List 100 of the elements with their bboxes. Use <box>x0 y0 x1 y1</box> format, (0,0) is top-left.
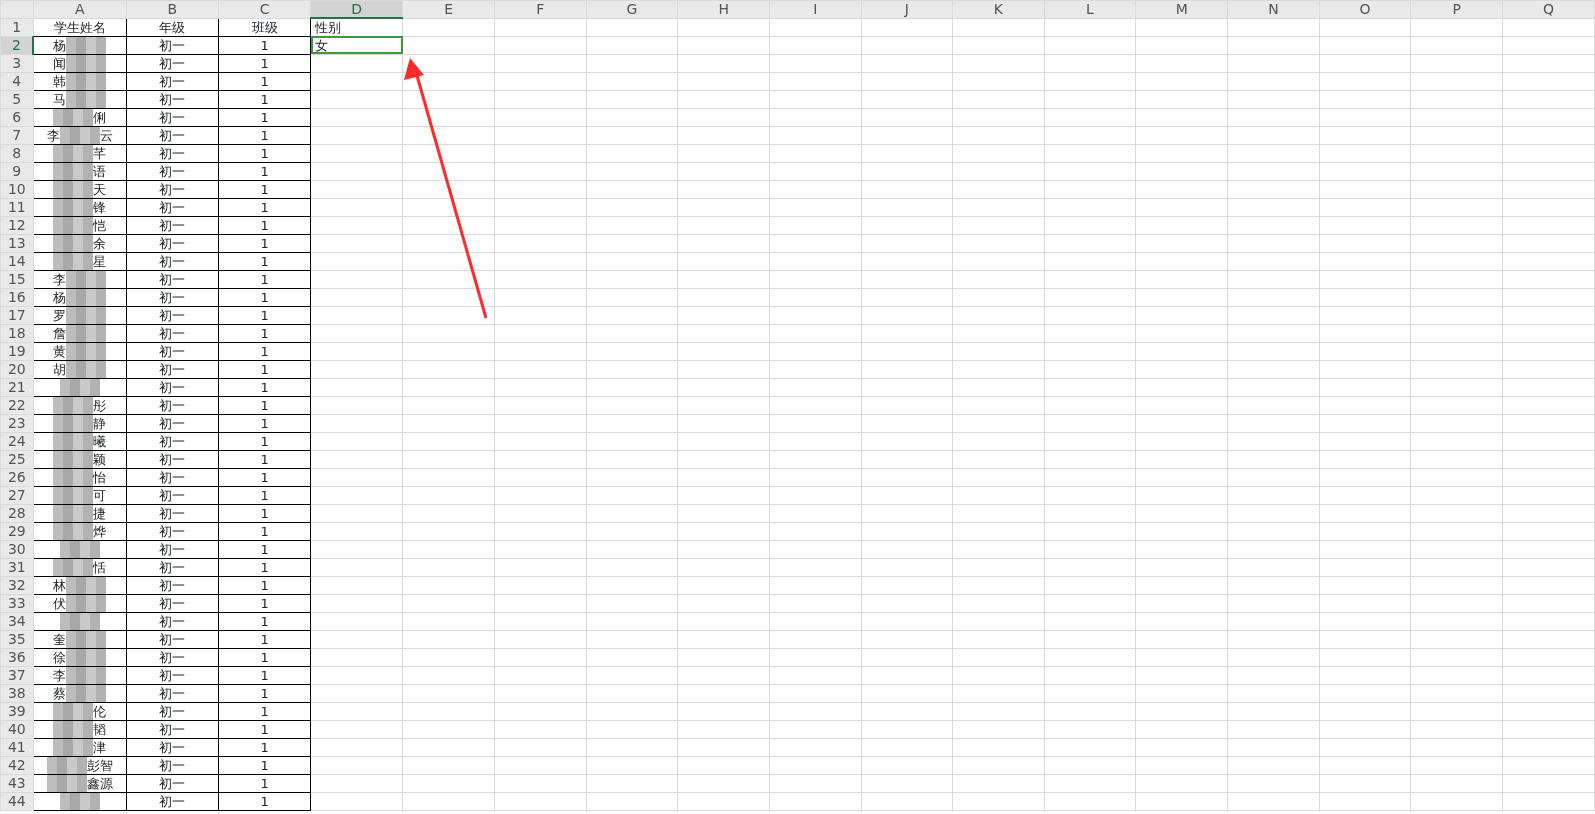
pixelated-redaction <box>66 685 107 702</box>
table-cell: 1 <box>218 378 311 397</box>
column-header[interactable]: N <box>1227 0 1320 19</box>
pixelated-redaction <box>53 109 94 126</box>
name-fragment: 烨 <box>93 523 107 539</box>
table-cell: 初一 <box>126 378 219 397</box>
name-fragment: 星 <box>93 253 107 269</box>
table-cell: 1 <box>218 756 311 775</box>
table-cell: 1 <box>218 414 311 433</box>
table-cell: 初一 <box>126 324 219 343</box>
pixelated-redaction <box>53 505 94 522</box>
name-fragment: 徐 <box>53 649 67 665</box>
table-cell: 1 <box>218 252 311 271</box>
table-cell: 1 <box>218 306 311 325</box>
table-cell: 1 <box>218 648 311 667</box>
column-header[interactable]: J <box>861 0 953 19</box>
table-cell: 初一 <box>126 306 219 325</box>
column-header[interactable]: B <box>126 0 219 19</box>
pixelated-redaction <box>53 487 94 504</box>
pixelated-redaction <box>66 649 107 666</box>
name-fragment: 鑫源 <box>86 775 113 791</box>
table-cell: 初一 <box>126 108 219 127</box>
pixelated-redaction <box>59 379 100 396</box>
column-header[interactable]: D <box>310 0 403 19</box>
column-header[interactable]: M <box>1135 0 1228 19</box>
table-cell: 1 <box>218 684 311 703</box>
table-cell: 1 <box>218 342 311 361</box>
table-cell: 1 <box>218 216 311 235</box>
pixelated-redaction <box>66 55 107 72</box>
name-fragment: 杨 <box>53 289 67 305</box>
pixelated-redaction <box>53 433 94 450</box>
table-cell: 初一 <box>126 792 219 811</box>
table-cell: 1 <box>218 522 311 541</box>
table-cell: 初一 <box>126 54 219 73</box>
table-cell: 1 <box>218 504 311 523</box>
pixelated-redaction <box>59 613 100 630</box>
name-fragment: 蔡 <box>53 685 67 701</box>
pixelated-redaction <box>66 307 107 324</box>
column-header[interactable]: A <box>33 0 127 19</box>
pixelated-redaction <box>53 163 94 180</box>
table-cell: 1 <box>218 90 311 109</box>
name-fragment: 曦 <box>93 433 107 449</box>
pixelated-redaction <box>66 595 107 612</box>
table-cell: 1 <box>218 288 311 307</box>
table-cell: 初一 <box>126 198 219 217</box>
table-cell: 初一 <box>126 450 219 469</box>
column-header[interactable]: F <box>494 0 587 19</box>
name-fragment: 津 <box>93 739 107 755</box>
column-header[interactable]: E <box>402 0 495 19</box>
column-header[interactable]: K <box>952 0 1045 19</box>
table-cell: 初一 <box>126 270 219 289</box>
column-header[interactable]: C <box>218 0 311 19</box>
pixelated-redaction <box>53 181 94 198</box>
column-header[interactable]: G <box>586 0 678 19</box>
name-fragment: 芊 <box>93 145 107 161</box>
column-header[interactable]: O <box>1319 0 1411 19</box>
pixelated-redaction <box>53 199 94 216</box>
table-cell: 初一 <box>126 144 219 163</box>
pixelated-redaction <box>66 37 107 54</box>
column-header[interactable]: L <box>1044 0 1136 19</box>
pixelated-redaction <box>66 289 107 306</box>
name-fragment: 余 <box>93 235 107 251</box>
table-cell: 初一 <box>126 468 219 487</box>
table-cell: 初一 <box>126 720 219 739</box>
name-fragment: 伦 <box>93 703 107 719</box>
column-header[interactable]: P <box>1411 0 1503 19</box>
table-cell: 1 <box>218 54 311 73</box>
table-cell: 初一 <box>126 648 219 667</box>
column-header[interactable]: H <box>677 0 770 19</box>
name-fragment: 俐 <box>93 109 107 125</box>
table-cell: 初一 <box>126 522 219 541</box>
table-cell: 1 <box>218 36 311 55</box>
table-cell: 1 <box>218 360 311 379</box>
name-fragment: 马 <box>53 91 67 107</box>
name-fragment: 天 <box>93 181 107 197</box>
name-fragment: 韬 <box>93 721 107 737</box>
table-cell: 1 <box>218 702 311 721</box>
table-cell: 初一 <box>126 540 219 559</box>
table-cell: 初一 <box>126 576 219 595</box>
table-cell: 初一 <box>126 396 219 415</box>
table-cell[interactable]: 女 <box>310 36 403 55</box>
table-cell: 初一 <box>126 252 219 271</box>
table-cell: 1 <box>218 162 311 181</box>
pixelated-redaction <box>53 703 94 720</box>
name-fragment: 韩 <box>53 73 67 89</box>
table-cell: 初一 <box>126 126 219 145</box>
table-cell: 初一 <box>126 180 219 199</box>
column-header[interactable]: Q <box>1502 0 1595 19</box>
table-cell: 1 <box>218 144 311 163</box>
pixelated-redaction <box>59 793 100 810</box>
table-cell: 1 <box>218 450 311 469</box>
pixelated-redaction <box>53 469 94 486</box>
table-cell: 年级 <box>126 18 219 37</box>
name-fragment: 伏 <box>53 595 67 611</box>
table-cell: 初一 <box>126 738 219 757</box>
name-fragment: 李 <box>46 127 60 143</box>
column-header[interactable]: I <box>769 0 861 19</box>
table-cell: 初一 <box>126 162 219 181</box>
name-fragment: 语 <box>93 163 107 179</box>
table-cell: 1 <box>218 234 311 253</box>
